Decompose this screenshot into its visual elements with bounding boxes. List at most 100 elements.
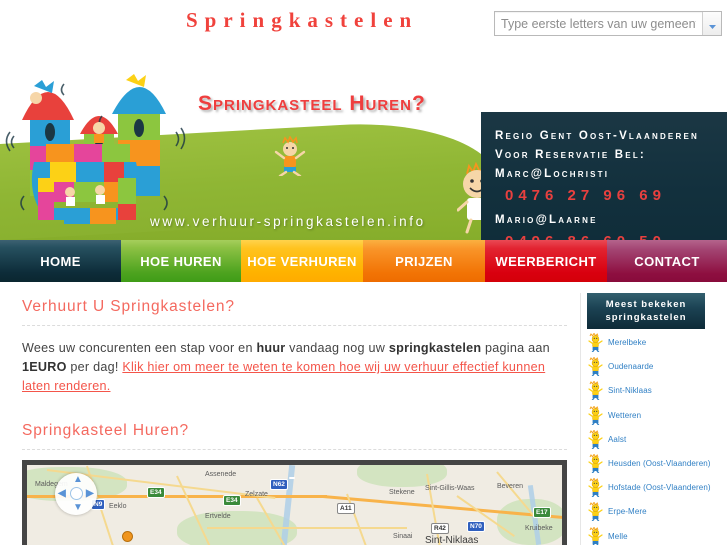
sidebar-item-label[interactable]: Merelbeke <box>608 338 646 347</box>
nav-item-hoe-verhuren[interactable]: HOE VERHUREN <box>241 240 363 282</box>
banner-slogan: Springkasteel Huren? <box>198 92 426 115</box>
map-shield-e34: E34 <box>147 487 165 498</box>
sidebar-item-label[interactable]: Melle <box>608 532 628 541</box>
gemeente-search-combobox[interactable] <box>494 11 722 36</box>
contact-region-line: Regio Gent Oost-Vlaanderen <box>495 130 699 142</box>
section-divider-1 <box>22 325 567 326</box>
sidebar-item-label[interactable]: Hofstade (Oost-Vlaanderen) <box>608 483 711 492</box>
sidebar-item-label[interactable]: Erpe-Mere <box>608 507 647 516</box>
kid-bullet-icon <box>588 454 603 474</box>
sidebar-item-label[interactable]: Aalst <box>608 435 626 444</box>
nav-item-home[interactable]: HOME <box>0 240 121 282</box>
map-shield-e17: E17 <box>533 507 551 518</box>
map-shield-n62: N62 <box>270 479 288 490</box>
content-column: Verhuurt U Springkastelen? Wees uw concu… <box>22 298 567 475</box>
pan-left-icon[interactable]: ◀ <box>58 489 66 499</box>
sidebar-item-label[interactable]: Sint-Niklaas <box>608 386 652 395</box>
gemeente-map[interactable]: Maldegem Assenede Zelzate Eeklo Ertvelde… <box>22 460 567 545</box>
sidebar-item-label[interactable]: Heusden (Oost-Vlaanderen) <box>608 459 711 468</box>
sidebar-item[interactable]: Aalst <box>587 429 705 450</box>
map-label: Stekene <box>389 489 415 496</box>
map-shield-n70: N70 <box>467 521 485 532</box>
map-label: Kruibeke <box>525 525 553 532</box>
map-terrain <box>357 465 447 487</box>
nav-item-contact[interactable]: CONTACT <box>607 240 727 282</box>
map-shield-e34c <box>289 477 295 479</box>
sidebar-item[interactable]: Merelbeke <box>587 332 705 353</box>
top-bar: Springkastelen <box>0 0 727 52</box>
section-heading-springkasteel-huren: Springkasteel Huren? <box>22 422 190 439</box>
intro-text-g: per dag! <box>66 360 123 374</box>
pan-right-icon[interactable]: ▶ <box>86 489 94 499</box>
kid-bullet-icon <box>588 405 603 425</box>
sidebar-item[interactable]: Erpe-Mere <box>587 501 705 522</box>
sidebar-header-line1: Meest bekeken <box>605 299 687 310</box>
kid-bullet-icon <box>588 333 603 353</box>
contact-phone-marc[interactable]: 0476 27 96 69 <box>505 187 717 204</box>
pan-down-icon[interactable]: ▼ <box>73 503 83 513</box>
banner-url: www.verhuur-springkastelen.info <box>150 214 426 229</box>
map-marker-icon[interactable] <box>122 531 133 542</box>
main-navigation: HOME HOE HUREN HOE VERHUREN PRIJZEN WEER… <box>0 240 727 282</box>
map-shield-e34b: E34 <box>223 495 241 506</box>
section-heading-verhuurt: Verhuurt U Springkastelen? <box>22 298 235 315</box>
contact-panel: Regio Gent Oost-Vlaanderen Voor Reservat… <box>481 112 727 240</box>
sidebar-header: Meest bekeken springkastelen <box>587 293 705 329</box>
chevron-down-icon[interactable] <box>702 12 721 35</box>
kid-bullet-icon <box>588 478 603 498</box>
map-shield-r42: R42 <box>431 523 449 534</box>
map-road <box>207 527 407 529</box>
intro-paragraph: Wees uw concurenten een stap voor en huu… <box>22 339 567 396</box>
kid-bullet-icon <box>588 381 603 401</box>
map-canvas[interactable]: Maldegem Assenede Zelzate Eeklo Ertvelde… <box>27 465 562 545</box>
contact-name-mario: Mario@Laarne <box>495 214 598 226</box>
pan-hand-icon[interactable] <box>70 487 83 500</box>
map-label: Zelzate <box>245 491 268 498</box>
sidebar-item[interactable]: Oudenaarde <box>587 356 705 377</box>
sidebar-list: Merelbeke Oudenaarde Sint-Niklaas Wetteren A… <box>587 332 711 545</box>
kid-bullet-icon <box>588 502 603 522</box>
pan-up-icon[interactable]: ▲ <box>73 475 83 485</box>
sidebar: Meest bekeken springkastelen Merelbeke Ou… <box>587 293 711 545</box>
nav-item-weerbericht[interactable]: WEERBERICHT <box>485 240 607 282</box>
map-label: Sint-Gillis-Waas <box>425 485 475 492</box>
map-pan-control[interactable]: ▲ ▼ ◀ ▶ <box>55 473 97 515</box>
map-label: Ertvelde <box>205 513 231 520</box>
map-label: Assenede <box>205 471 237 478</box>
intro-text-a: Wees uw concurenten een stap voor en <box>22 341 257 355</box>
intro-bold-huur: huur <box>256 341 286 355</box>
map-label: Sinaai <box>393 533 413 540</box>
contact-reservation-line: Voor Reservatie Bel: <box>495 149 646 161</box>
map-shield-a11: A11 <box>337 503 355 514</box>
map-terrain <box>497 499 562 545</box>
contact-phone-mario[interactable]: 0496 86 60 50 <box>505 233 717 240</box>
sidebar-header-line2: springkastelen <box>605 312 687 323</box>
intro-bold-springkastelen: springkastelen <box>388 341 482 355</box>
map-label: Eeklo <box>109 503 127 510</box>
bouncy-castle-illustration <box>5 74 186 224</box>
jumping-kid-icon <box>274 136 306 176</box>
intro-text-c: vandaag nog uw <box>285 341 389 355</box>
kid-bullet-icon <box>588 526 603 545</box>
sidebar-item[interactable]: Wetteren <box>587 405 705 426</box>
sidebar-item[interactable]: Sint-Niklaas <box>587 380 705 401</box>
nav-item-prijzen[interactable]: PRIJZEN <box>363 240 485 282</box>
intro-bold-1euro: 1EURO <box>22 360 67 374</box>
sidebar-divider <box>580 293 581 545</box>
page-root: Springkastelen Type eerste letters van u… <box>0 0 727 545</box>
nav-item-hoe-huren[interactable]: HOE HUREN <box>121 240 241 282</box>
map-label: Beveren <box>497 483 524 490</box>
sidebar-item[interactable]: Hofstade (Oost-Vlaanderen) <box>587 477 711 498</box>
site-title: Springkastelen <box>186 8 419 32</box>
kid-bullet-icon <box>588 429 603 449</box>
sidebar-item-label[interactable]: Wetteren <box>608 411 641 420</box>
kid-bullet-icon <box>588 357 603 377</box>
intro-text-e: pagina aan <box>481 341 550 355</box>
contact-name-marc: Marc@Lochristi <box>495 168 610 180</box>
sidebar-item-label[interactable]: Oudenaarde <box>608 362 653 371</box>
sidebar-item[interactable]: Heusden (Oost-Vlaanderen) <box>587 453 710 474</box>
sidebar-item[interactable]: Melle <box>587 526 705 545</box>
hero-banner: Springkasteel Huren? www.verhuur-springk… <box>0 52 727 240</box>
map-label-sint-niklaas: Sint-Niklaas <box>425 535 479 545</box>
gemeente-search-input[interactable] <box>495 12 702 35</box>
